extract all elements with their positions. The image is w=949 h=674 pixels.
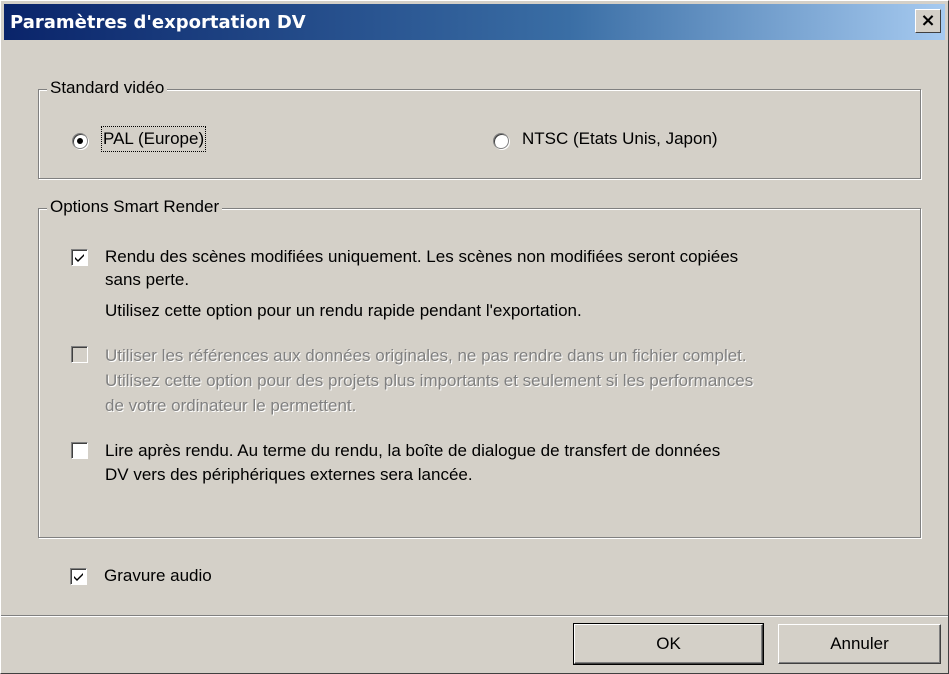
dialog-title: Paramètres d'exportation DV: [10, 12, 306, 33]
title-bar[interactable]: Paramètres d'exportation DV ×: [4, 4, 945, 40]
smart-render-legend: Options Smart Render: [47, 197, 223, 217]
audio-burn-checkbox[interactable]: [70, 568, 87, 585]
use-original-references-line-2: Utilisez cette option pour des projets p…: [105, 371, 754, 390]
play-after-render-line-2[interactable]: DV vers des périphériques externes sera …: [105, 464, 473, 486]
pal-label[interactable]: PAL (Europe): [100, 126, 207, 152]
ntsc-label[interactable]: NTSC (Etats Unis, Japon): [522, 128, 718, 150]
use-original-references-line-3: de votre ordinateur le permettent.: [105, 396, 357, 415]
close-icon: ×: [920, 10, 936, 31]
export-dialog: Paramètres d'exportation DV × Standard v…: [0, 0, 949, 674]
use-original-references-checkbox: [71, 346, 88, 363]
render-modified-only-line-1[interactable]: Rendu des scènes modifiées uniquement. L…: [105, 246, 738, 268]
button-separator: [1, 615, 948, 617]
cancel-button[interactable]: Annuler: [778, 624, 941, 664]
checkmark-icon: [75, 254, 84, 262]
video-standard-group: Standard vidéo PAL (Europe) NTSC (Etats …: [38, 78, 921, 179]
audio-burn-label[interactable]: Gravure audio: [104, 565, 212, 587]
pal-radio[interactable]: [72, 133, 88, 149]
video-standard-legend: Standard vidéo: [47, 78, 168, 98]
radio-selected-dot: [77, 138, 83, 144]
ntsc-radio[interactable]: [493, 133, 509, 149]
render-modified-only-line-2[interactable]: sans perte.: [105, 269, 189, 291]
ok-button[interactable]: OK: [573, 623, 764, 665]
render-modified-only-line-3[interactable]: Utilisez cette option pour un rendu rapi…: [105, 300, 582, 322]
close-button[interactable]: ×: [915, 9, 941, 33]
render-modified-only-checkbox[interactable]: [71, 249, 88, 266]
use-original-references-line-1: Utiliser les références aux données orig…: [105, 346, 747, 365]
checkmark-icon: [74, 573, 83, 581]
smart-render-group: Options Smart Render Rendu des scènes mo…: [38, 197, 921, 538]
play-after-render-checkbox[interactable]: [71, 442, 88, 459]
play-after-render-line-1[interactable]: Lire après rendu. Au terme du rendu, la …: [105, 440, 720, 462]
